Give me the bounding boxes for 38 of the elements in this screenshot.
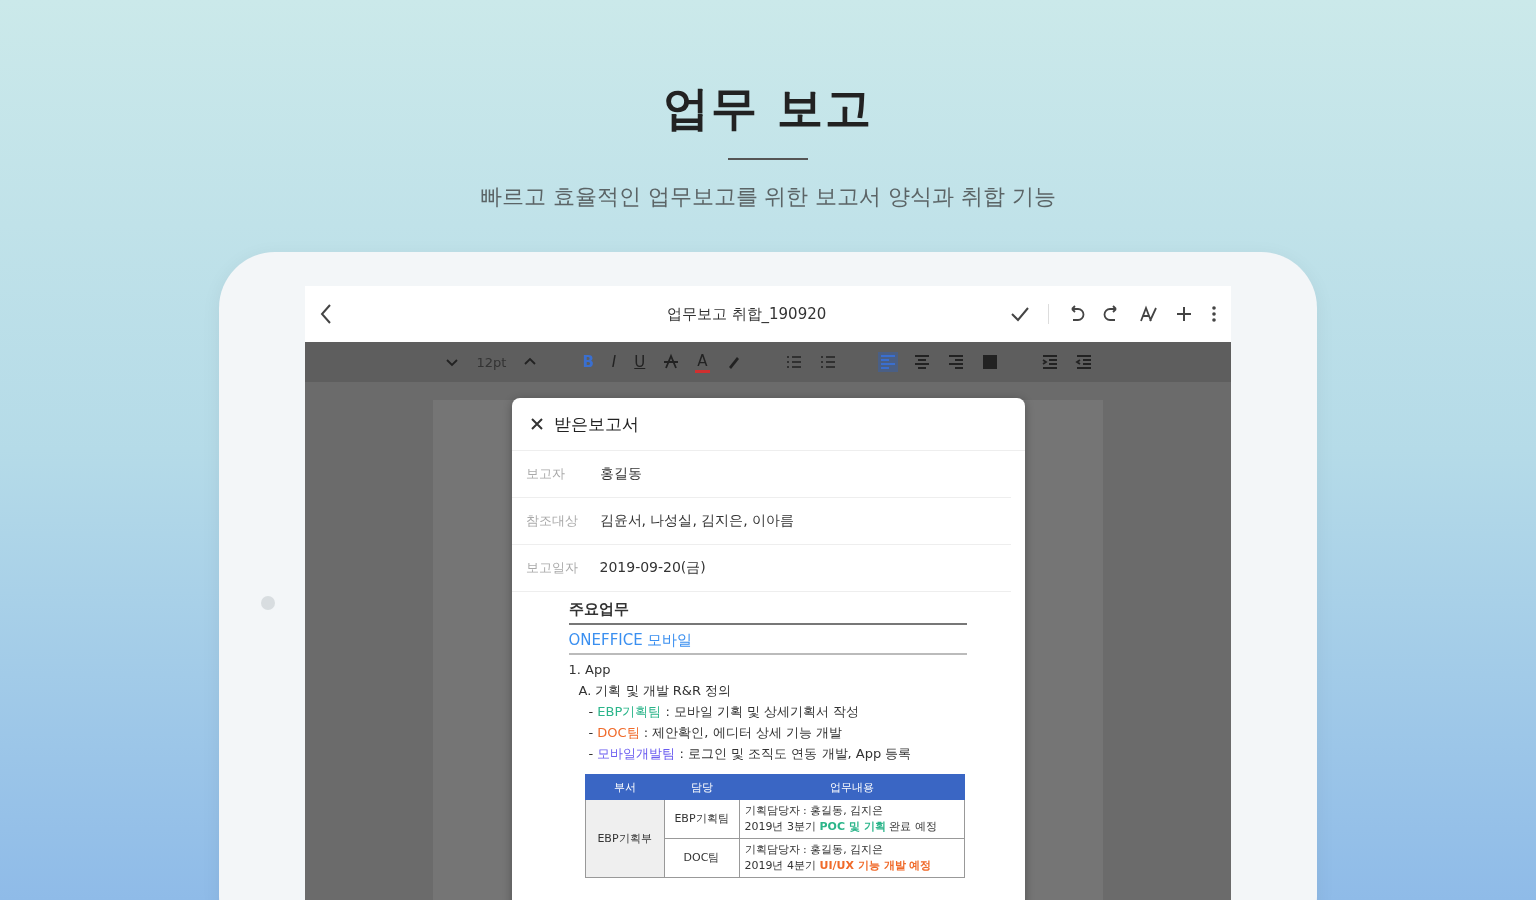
dialog-title: 받은보고서	[553, 412, 639, 436]
section-title: ONEFFICE 모바일	[568, 625, 967, 655]
table-cell: DOC팀	[664, 838, 739, 878]
field-label: 보고자	[525, 465, 566, 483]
italic-button[interactable]: I	[609, 353, 619, 371]
list-item: A. 기획 및 개발 R&R 정의	[577, 682, 733, 700]
close-icon[interactable]	[529, 417, 544, 431]
column-header: 부서	[585, 774, 664, 800]
font-color-button[interactable]: A	[695, 351, 710, 373]
align-left-icon[interactable]	[877, 352, 898, 372]
column-header: 담당	[664, 774, 739, 800]
back-icon[interactable]	[319, 303, 333, 325]
plus-icon[interactable]	[1175, 305, 1193, 323]
table-cell: 기획담당자 : 홍길동, 김지은 2019년 4분기 UI/UX 기능 개발 예정	[739, 838, 964, 878]
field-value: 홍길동	[599, 465, 642, 483]
page-title: 업무 보고	[663, 80, 873, 137]
field-value: 김윤서, 나성실, 김지은, 이아름	[599, 512, 795, 530]
document-heading: 주요업무	[568, 600, 967, 625]
document-title: 업무보고 취합_190920	[665, 304, 827, 324]
table-cell: EBP기획부	[585, 799, 664, 878]
page-subtitle: 빠르고 효율적인 업무보고를 위한 보고서 양식과 취합 기능	[479, 183, 1057, 211]
list-item: - DOC팀 : 제안확인, 에디터 상세 기능 개발	[587, 724, 843, 742]
camera-dot	[261, 596, 275, 610]
list-item: 1. App	[568, 661, 612, 679]
outdent-icon[interactable]	[1073, 352, 1094, 372]
text-style-icon[interactable]	[1139, 305, 1157, 323]
field-label: 참조대상	[525, 512, 579, 530]
check-icon[interactable]	[1010, 306, 1030, 322]
column-header: 업무내용	[739, 774, 964, 800]
field-label: 보고일자	[525, 559, 579, 577]
underline-button[interactable]: U	[632, 353, 648, 371]
field-value: 2019-09-20(금)	[599, 559, 706, 577]
table-cell: 기획담당자 : 홍길동, 김지은 2019년 3분기 POC 및 기획 완료 예정	[739, 799, 964, 839]
table-cell: EBP기획팀	[664, 799, 739, 839]
list-item: - 모바일개발팀 : 로그인 및 조직도 연동 개발, App 등록	[587, 745, 913, 763]
more-icon[interactable]	[1211, 305, 1217, 323]
bold-button[interactable]: B	[580, 353, 596, 371]
list-item: - EBP기획팀 : 모바일 기획 및 상세기획서 작성	[587, 703, 861, 721]
